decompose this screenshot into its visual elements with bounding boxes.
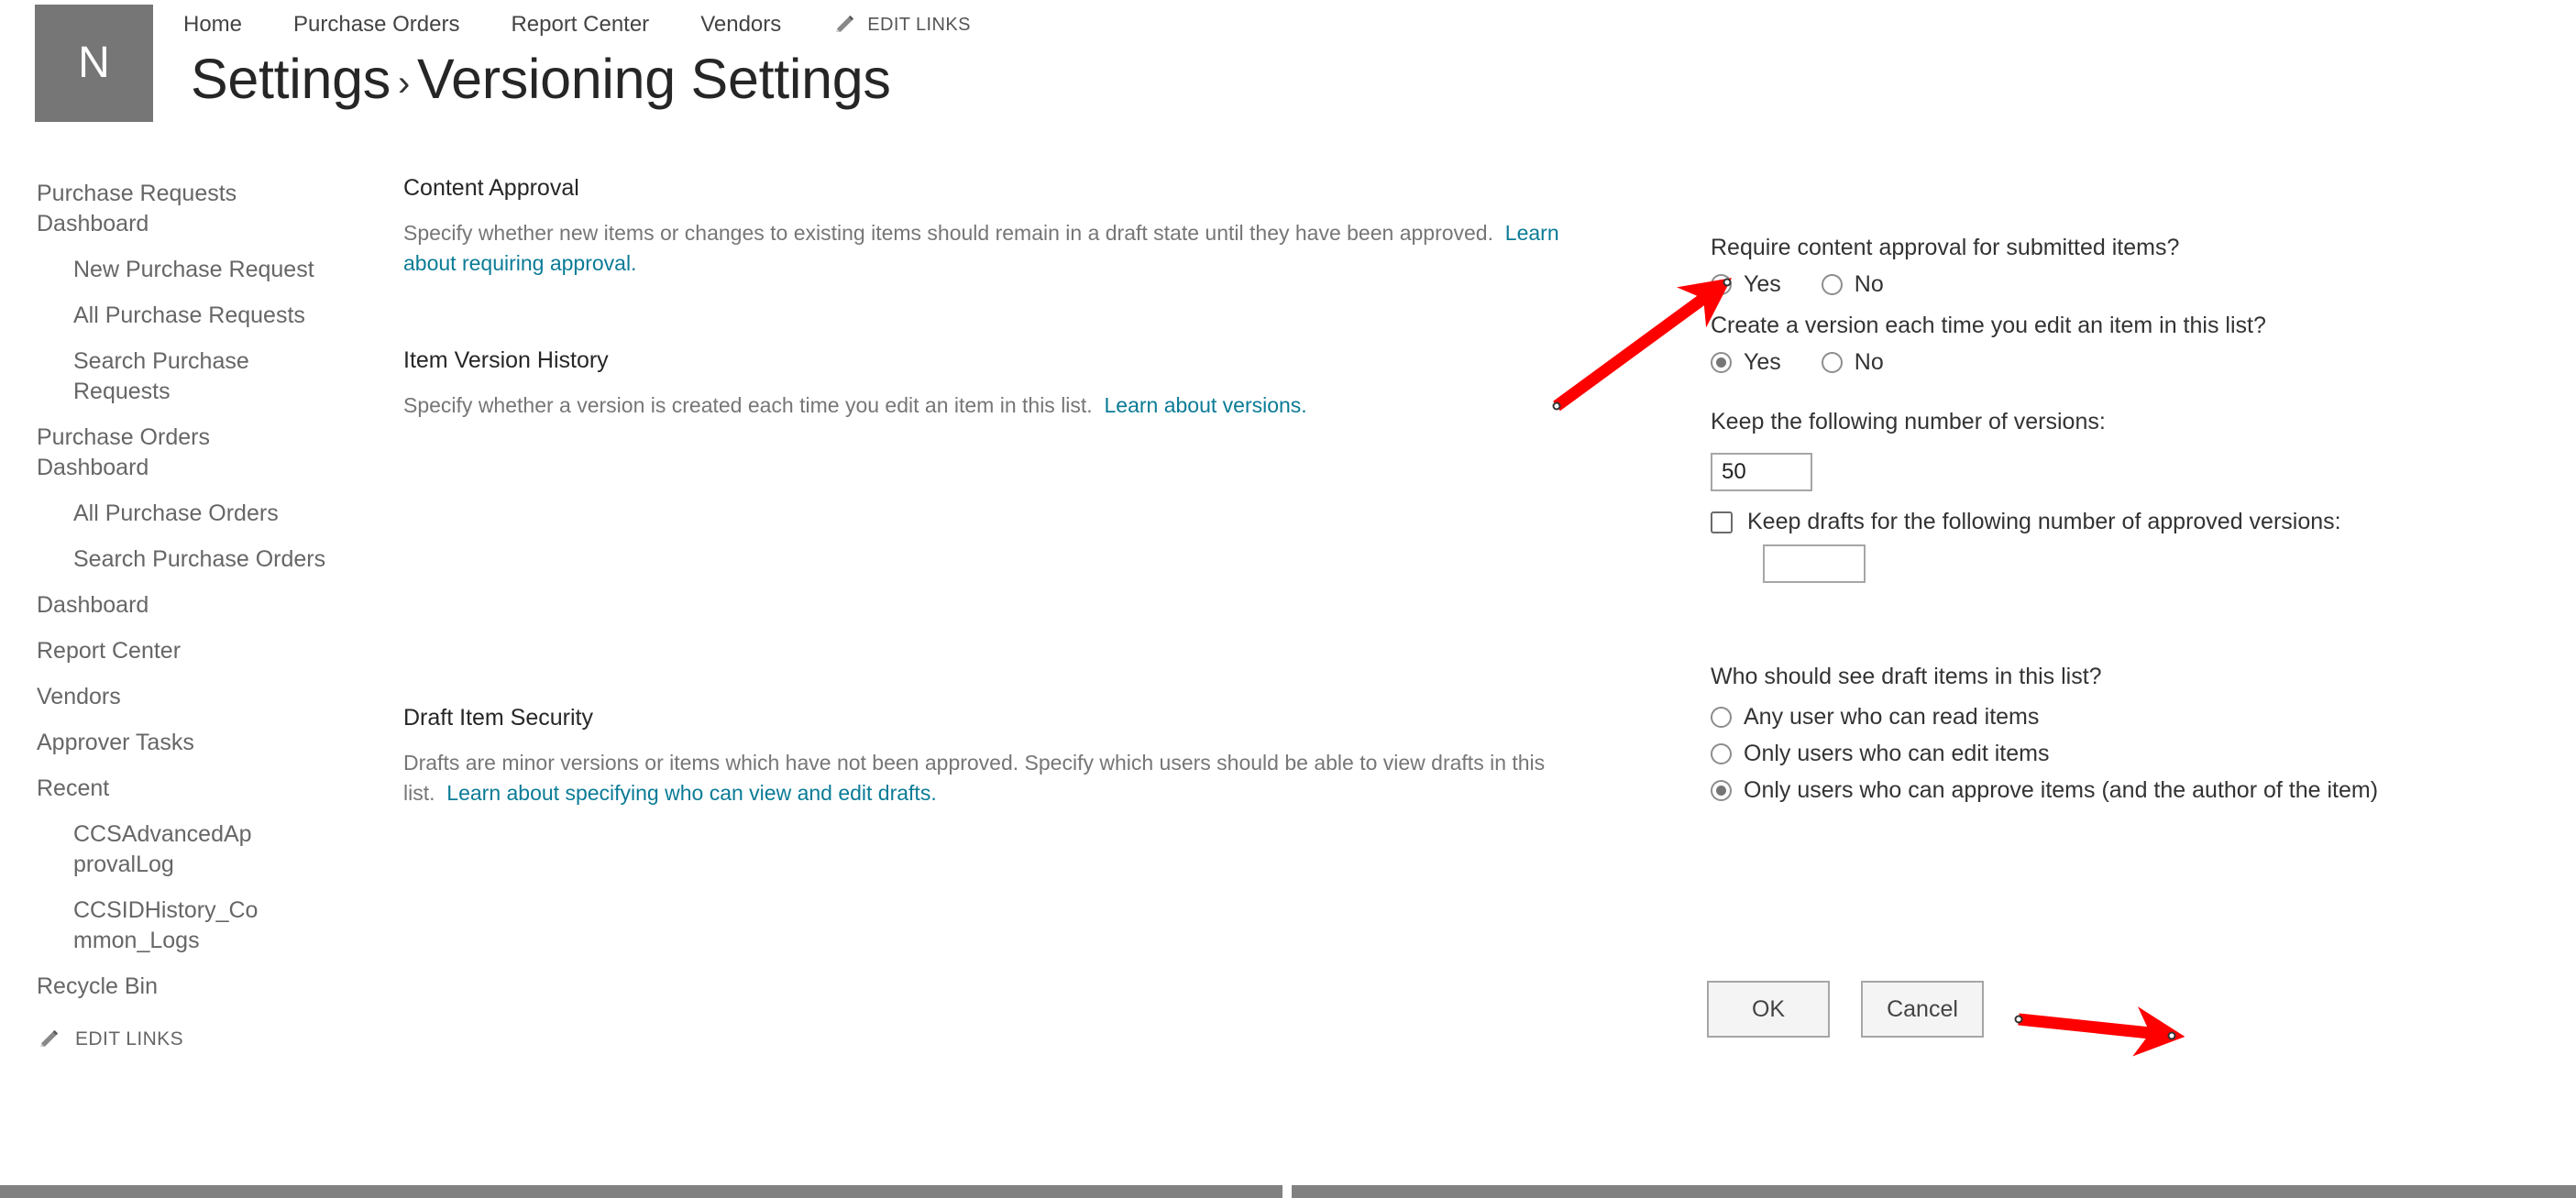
field-create-version: Create a version each time you edit an i… xyxy=(1711,312,2266,376)
radio-group-draft-visibility: Any user who can read items Only users w… xyxy=(1711,704,2378,804)
top-navigation: Home Purchase Orders Report Center Vendo… xyxy=(183,7,971,42)
sidebar-item-recent[interactable]: Recent xyxy=(37,774,339,804)
topnav-edit-links-label: EDIT LINKS xyxy=(867,14,971,35)
keep-versions-input[interactable] xyxy=(1711,453,1812,492)
radio-label: No xyxy=(1854,271,1884,298)
radio-group-require-approval: Yes No xyxy=(1711,271,2179,298)
breadcrumb-settings-link[interactable]: Settings xyxy=(191,48,391,110)
sidebar-item-ccsadvancedapprovallog[interactable]: CCSAdvancedApprovalLog xyxy=(73,819,261,880)
topnav-item-home[interactable]: Home xyxy=(183,14,242,36)
topnav-item-report-center[interactable]: Report Center xyxy=(511,14,649,36)
sidebar-item-purchase-requests-dashboard[interactable]: Purchase Requests Dashboard xyxy=(37,179,339,239)
section-description: Specify whether new items or changes to … xyxy=(403,218,1613,278)
sidebar-edit-links-button[interactable]: EDIT LINKS xyxy=(37,1028,367,1051)
radio-option-only-users-who-can-approve[interactable]: Only users who can approve items (and th… xyxy=(1711,777,2378,804)
keep-drafts-input[interactable] xyxy=(1763,544,1866,583)
sidebar-item-vendors[interactable]: Vendors xyxy=(37,682,339,712)
section-title: Content Approval xyxy=(403,175,579,201)
field-label: Keep the following number of versions: xyxy=(1711,409,2106,434)
radio-indicator[interactable] xyxy=(1711,743,1732,765)
topnav-item-purchase-orders[interactable]: Purchase Orders xyxy=(293,14,459,36)
checkbox-indicator[interactable] xyxy=(1711,511,1733,533)
radio-label: Any user who can read items xyxy=(1744,704,2040,731)
sidebar-item-approver-tasks[interactable]: Approver Tasks xyxy=(37,728,339,758)
field-keep-versions: Keep the following number of versions: xyxy=(1711,408,2106,492)
field-label: Create a version each time you edit an i… xyxy=(1711,313,2266,338)
sidebar-item-ccsidhistory-common-logs[interactable]: CCSIDHistory_Common_Logs xyxy=(73,896,261,956)
pencil-icon xyxy=(832,13,856,37)
radio-label: Yes xyxy=(1744,271,1781,298)
arrow-to-ok-button xyxy=(2014,1006,2185,1057)
radio-indicator[interactable] xyxy=(1821,352,1843,374)
radio-label: No xyxy=(1854,349,1884,376)
page-title: Settings › Versioning Settings xyxy=(191,44,891,114)
sidebar-edit-links-label: EDIT LINKS xyxy=(75,1028,183,1050)
field-require-content-approval: Require content approval for submitted i… xyxy=(1711,234,2179,298)
field-label: Require content approval for submitted i… xyxy=(1711,235,2180,260)
sidebar-item-report-center[interactable]: Report Center xyxy=(37,636,339,666)
radio-indicator[interactable] xyxy=(1711,707,1732,729)
radio-option-create-version-yes[interactable]: Yes xyxy=(1711,349,1781,376)
learn-about-draft-security-link[interactable]: Learn about specifying who can view and … xyxy=(446,781,936,805)
page-title-current: Versioning Settings xyxy=(417,48,891,110)
cancel-button[interactable]: Cancel xyxy=(1861,981,1984,1038)
sidebar-item-new-purchase-request[interactable]: New Purchase Request xyxy=(73,255,367,285)
radio-option-any-user-who-can-read[interactable]: Any user who can read items xyxy=(1711,704,2378,731)
radio-label: Only users who can approve items (and th… xyxy=(1744,777,2379,804)
section-content-approval: Content Approval Specify whether new ite… xyxy=(403,174,1613,278)
window-bottom-notch xyxy=(1282,1185,1292,1198)
sidebar-item-purchase-orders-dashboard[interactable]: Purchase Orders Dashboard xyxy=(37,423,234,483)
sidebar-item-search-purchase-orders[interactable]: Search Purchase Orders xyxy=(73,544,367,575)
section-draft-item-security: Draft Item Security Drafts are minor ver… xyxy=(403,704,1613,808)
field-keep-drafts: Keep drafts for the following number of … xyxy=(1711,509,2341,583)
radio-option-require-approval-yes[interactable]: Yes xyxy=(1711,271,1781,298)
radio-indicator[interactable] xyxy=(1711,274,1732,296)
sidebar-item-search-purchase-requests[interactable]: Search Purchase Requests xyxy=(73,346,275,407)
sidebar-item-dashboard[interactable]: Dashboard xyxy=(37,590,339,621)
field-label: Who should see draft items in this list? xyxy=(1711,664,2102,689)
radio-group-create-version: Yes No xyxy=(1711,349,2266,376)
radio-option-only-users-who-can-edit[interactable]: Only users who can edit items xyxy=(1711,741,2378,767)
section-description-text: Specify whether a version is created eac… xyxy=(403,393,1093,417)
breadcrumb-separator-icon: › xyxy=(398,62,411,104)
radio-indicator[interactable] xyxy=(1711,352,1732,374)
sidebar-navigation: Purchase Requests Dashboard New Purchase… xyxy=(0,179,367,1051)
keep-drafts-checkbox-row[interactable]: Keep drafts for the following number of … xyxy=(1711,509,2341,535)
radio-option-create-version-no[interactable]: No xyxy=(1821,349,1884,376)
section-title: Draft Item Security xyxy=(403,705,593,731)
topnav-edit-links-button[interactable]: EDIT LINKS xyxy=(832,13,971,37)
radio-label: Yes xyxy=(1744,349,1781,376)
section-description-text: Specify whether new items or changes to … xyxy=(403,221,1493,245)
ok-button[interactable]: OK xyxy=(1707,981,1830,1038)
learn-about-versions-link[interactable]: Learn about versions. xyxy=(1104,393,1306,417)
radio-indicator[interactable] xyxy=(1821,274,1843,296)
section-title: Item Version History xyxy=(403,347,609,373)
section-description: Specify whether a version is created eac… xyxy=(403,390,1613,421)
sidebar-item-all-purchase-requests[interactable]: All Purchase Requests xyxy=(73,301,367,331)
site-logo-letter: N xyxy=(78,38,110,87)
sidebar-item-recycle-bin[interactable]: Recycle Bin xyxy=(37,972,339,1002)
sidebar-item-all-purchase-orders[interactable]: All Purchase Orders xyxy=(73,499,367,529)
page-root: N Home Purchase Orders Report Center Ven… xyxy=(0,0,2576,1198)
pencil-icon xyxy=(37,1028,61,1051)
checkbox-label: Keep drafts for the following number of … xyxy=(1747,509,2341,534)
section-item-version-history: Item Version History Specify whether a v… xyxy=(403,346,1613,421)
radio-indicator[interactable] xyxy=(1711,780,1732,802)
site-logo[interactable]: N xyxy=(35,5,153,122)
radio-label: Only users who can edit items xyxy=(1744,741,2050,767)
section-description: Drafts are minor versions or items which… xyxy=(403,748,1613,808)
topnav-item-vendors[interactable]: Vendors xyxy=(700,14,781,36)
field-draft-visibility: Who should see draft items in this list?… xyxy=(1711,663,2378,814)
radio-option-require-approval-no[interactable]: No xyxy=(1821,271,1884,298)
